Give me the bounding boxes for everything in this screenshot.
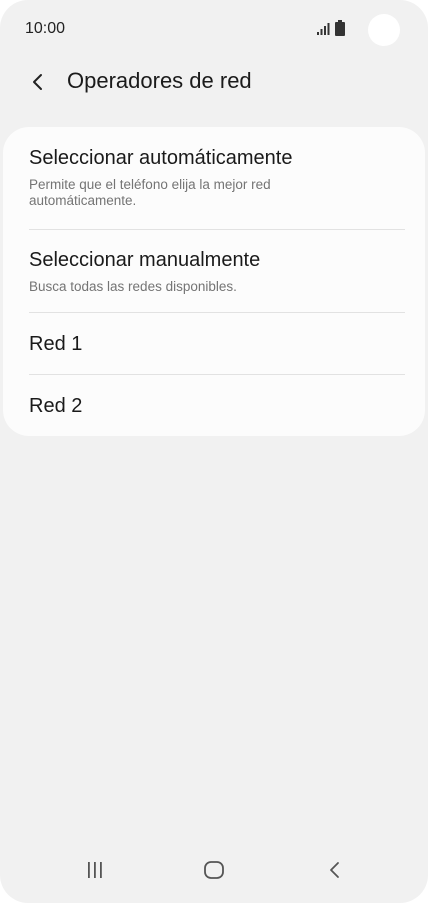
select-manually-option[interactable]: Seleccionar manualmente Busca todas las … [3, 230, 425, 312]
option-subtitle: Permite que el teléfono elija la mejor r… [29, 177, 271, 208]
home-button[interactable] [184, 848, 244, 892]
network-operators-card: Seleccionar automáticamente Permite que … [3, 127, 425, 436]
phone-screen: 10:00 Operadores de red Seleccionar auto… [0, 0, 428, 903]
network-label: Red 2 [29, 395, 83, 417]
navigation-bar [0, 848, 428, 903]
chevron-left-icon [33, 74, 42, 90]
status-bar: 10:00 [0, 0, 428, 60]
app-header: Operadores de red [0, 58, 428, 106]
recent-apps-button[interactable] [65, 848, 125, 892]
network-item-red-2[interactable]: Red 2 [3, 375, 425, 436]
option-title: Seleccionar manualmente [29, 249, 261, 271]
option-title: Seleccionar automáticamente [29, 147, 293, 169]
battery-icon [335, 20, 345, 36]
recent-apps-icon [88, 862, 102, 878]
back-icon [330, 862, 339, 878]
signal-icon [317, 23, 330, 35]
status-time: 10:00 [25, 20, 66, 37]
back-button[interactable] [20, 64, 56, 100]
network-item-red-1[interactable]: Red 1 [3, 313, 425, 374]
home-icon [204, 861, 224, 879]
network-label: Red 1 [29, 333, 83, 355]
select-automatically-option[interactable]: Seleccionar automáticamente Permite que … [3, 127, 425, 229]
nav-back-button[interactable] [305, 848, 365, 892]
option-subtitle: Busca todas las redes disponibles. [29, 279, 237, 294]
page-title: Operadores de red [67, 68, 252, 93]
camera-cutout [368, 14, 400, 46]
